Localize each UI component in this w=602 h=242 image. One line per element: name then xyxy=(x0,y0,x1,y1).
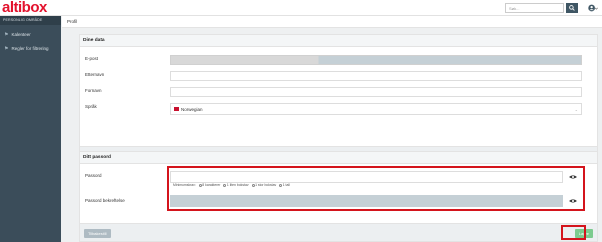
password-footer: Tilbakestill Lagre xyxy=(80,223,597,241)
search-button[interactable] xyxy=(566,3,578,13)
password-confirm-label: Passord bekreftelse xyxy=(85,198,125,203)
last-name-label: Etternavn xyxy=(85,72,105,77)
panel-title: Dine data xyxy=(80,35,597,47)
password-highlight-box xyxy=(167,166,585,211)
dine-data-panel: Dine data E-post Etternavn Fornavn Språk… xyxy=(79,34,598,165)
email-label: E-post xyxy=(85,56,99,61)
password-label: Passord xyxy=(85,173,102,178)
norway-flag-icon xyxy=(174,107,179,111)
sidebar-item-label: Regler for filtrering xyxy=(11,46,49,51)
search-icon xyxy=(569,5,575,11)
language-value: Norwegian xyxy=(181,106,203,112)
filter-icon: ⚑ xyxy=(4,31,9,38)
altibox-logo[interactable]: altibox xyxy=(2,0,47,16)
first-name-field[interactable] xyxy=(170,87,582,97)
language-label: Språk xyxy=(85,104,97,109)
sidebar-item-label: Kalenteer xyxy=(11,32,31,37)
filter-icon: ⚑ xyxy=(4,45,9,52)
chevron-down-icon xyxy=(595,7,598,10)
user-menu[interactable] xyxy=(588,3,598,13)
email-field[interactable] xyxy=(170,55,582,65)
panel-title: Ditt passord xyxy=(80,152,597,164)
last-name-field[interactable] xyxy=(170,71,582,81)
search-input[interactable]: Søk... xyxy=(505,3,564,13)
first-name-label: Fornavn xyxy=(85,88,102,93)
chevron-down-icon: ⌄ xyxy=(574,106,578,112)
top-bar: altibox Søk... xyxy=(0,0,602,16)
sidebar-item-regler[interactable]: ⚑ Regler for filtrering xyxy=(0,43,61,54)
user-icon xyxy=(588,4,595,12)
sidebar-title: PERSONLIG OMRÅDE xyxy=(0,16,61,25)
save-button-highlight-box xyxy=(561,225,586,240)
language-select[interactable]: Norwegian ⌄ xyxy=(170,103,582,115)
sidebar-item-kalenteer[interactable]: ⚑ Kalenteer xyxy=(0,29,61,40)
breadcrumb: Profil xyxy=(62,16,602,28)
reset-button[interactable]: Tilbakestill xyxy=(84,229,111,238)
sidebar: PERSONLIG OMRÅDE ⚑ Kalenteer ⚑ Regler fo… xyxy=(0,16,61,242)
